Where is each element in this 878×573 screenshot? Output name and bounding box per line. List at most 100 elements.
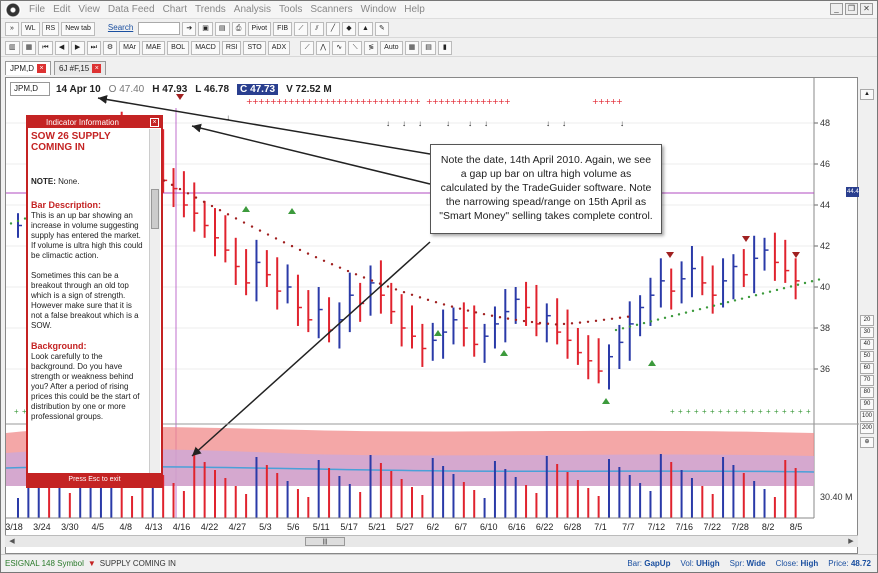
indicator-panel-scrollbar[interactable] <box>149 129 160 476</box>
fib-button[interactable]: FIB <box>273 21 292 36</box>
volume-icon[interactable]: ▮ <box>437 40 452 55</box>
trend-tool-icon[interactable]: ⟋ <box>293 21 308 36</box>
chart-type-icon[interactable]: ▥ <box>5 40 20 55</box>
menu-analysis[interactable]: Analysis <box>230 4 275 15</box>
indicator-information-panel[interactable]: Indicator Information × SOW 26 SUPPLY CO… <box>26 115 163 488</box>
trend-zig-icon[interactable]: ≶ <box>364 40 379 55</box>
ma-green-dot <box>656 318 660 321</box>
signal-tool-icon[interactable]: ▲ <box>357 21 373 36</box>
mar-button[interactable]: MAr <box>119 40 140 55</box>
chart-area[interactable]: 48 46 44 42 40 38 36 + + + + + + + + + + + + + + + + + + + + + + + + + +… <box>5 77 863 554</box>
bars-icon[interactable]: ▤ <box>421 40 436 55</box>
date-tick-label: 7/22 <box>703 522 721 532</box>
app-logo-icon[interactable] <box>5 2 21 17</box>
close-icon[interactable]: × <box>92 64 102 73</box>
minimize-icon[interactable]: _ <box>830 3 843 15</box>
line-tool-icon[interactable]: ╱ <box>325 21 340 36</box>
chart-horizontal-scrollbar[interactable]: ◀ ||| ▶ <box>5 535 858 547</box>
menu-data-feed[interactable]: Data Feed <box>104 4 159 15</box>
zoom-icon[interactable]: ⊕ <box>860 437 874 448</box>
ma-green-dot <box>635 323 639 327</box>
tab-jpm[interactable]: JPM,D × <box>5 61 51 75</box>
ma-red-dot <box>602 318 606 321</box>
marker-tool-icon[interactable]: ◆ <box>341 21 356 36</box>
scroll-up-icon[interactable]: ▲ <box>860 89 874 100</box>
go-arrow-icon[interactable]: ➔ <box>182 21 197 36</box>
status-left: ESIGNAL 148 Symbol ▼ SUPPLY COMING IN <box>1 559 176 568</box>
trend-down-icon[interactable]: ⟍ <box>348 40 363 55</box>
period-button-30[interactable]: 30 <box>860 327 874 338</box>
ma-green-dot <box>614 328 618 332</box>
macd-button[interactable]: MACD <box>191 40 220 55</box>
buy-triangle <box>242 206 250 212</box>
period-button-90[interactable]: 90 <box>860 399 874 410</box>
period-button-60[interactable]: 60 <box>860 363 874 374</box>
period-button-20[interactable]: 20 <box>860 315 874 326</box>
high-label: H <box>152 84 160 95</box>
period-button-80[interactable]: 80 <box>860 387 874 398</box>
menu-window[interactable]: Window <box>357 4 401 15</box>
menu-edit[interactable]: Edit <box>49 4 74 15</box>
date-tick-label: 4/27 <box>229 522 247 532</box>
scroll-right-icon[interactable]: ▶ <box>846 537 856 546</box>
ma-red-dot <box>522 319 526 323</box>
ma-green-dot <box>817 278 821 281</box>
menu-trends[interactable]: Trends <box>191 4 230 15</box>
auto-button[interactable]: Auto <box>380 40 403 55</box>
rs-button[interactable]: RS <box>41 21 60 36</box>
fast-forward-icon[interactable]: » <box>5 21 19 36</box>
last-bar-icon[interactable]: ⏭ <box>86 40 101 55</box>
ma-green-dot <box>621 327 625 330</box>
indicator-panel-footer[interactable]: Press Esc to exit <box>28 473 161 486</box>
period-button-50[interactable]: 50 <box>860 351 874 362</box>
pivot-button[interactable]: Pivot <box>247 21 272 36</box>
prev-bar-icon[interactable]: ◀ <box>54 40 69 55</box>
save-icon[interactable]: ▣ <box>198 21 213 36</box>
trend-up-icon[interactable]: ⟋ <box>300 40 315 55</box>
close-icon[interactable]: ✕ <box>860 3 873 15</box>
close-icon[interactable]: × <box>37 64 46 73</box>
trend-peak-icon[interactable]: ⋀ <box>316 40 331 55</box>
new-tab-button[interactable]: New tab <box>61 21 95 36</box>
first-bar-icon[interactable]: ⏮ <box>38 40 53 55</box>
pen-tool-icon[interactable]: ✎ <box>374 21 389 36</box>
symbol-field[interactable]: JPM,D <box>10 82 50 96</box>
period-button-70[interactable]: 70 <box>860 375 874 386</box>
sto-button[interactable]: STO <box>243 40 266 55</box>
menu-tools[interactable]: Tools <box>275 4 306 15</box>
next-bar-icon[interactable]: ▶ <box>70 40 85 55</box>
layout-icon[interactable]: ▦ <box>21 40 37 55</box>
scrollbar-thumb[interactable] <box>151 189 159 229</box>
buy-marker: + <box>726 407 731 416</box>
period-button-200[interactable]: 200 <box>860 423 874 434</box>
menu-file[interactable]: File <box>25 4 49 15</box>
open-icon[interactable]: ▤ <box>214 21 230 36</box>
scrollbar-thumb[interactable]: ||| <box>305 537 345 546</box>
search-input[interactable] <box>138 22 181 35</box>
period-button-40[interactable]: 40 <box>860 339 874 350</box>
adx-button[interactable]: ADX <box>267 40 291 55</box>
scroll-left-icon[interactable]: ◀ <box>7 537 17 546</box>
tab-6j[interactable]: 6J #F,15 × <box>54 61 107 75</box>
app-window: File Edit View Data Feed Chart Trends An… <box>0 0 878 573</box>
grid-icon[interactable]: ▦ <box>404 40 420 55</box>
wl-button[interactable]: WL <box>21 21 40 36</box>
period-button-100[interactable]: 100 <box>860 411 874 422</box>
bol-button[interactable]: BOL <box>167 40 190 55</box>
trend-wave-icon[interactable]: ∿ <box>332 40 347 55</box>
buy-marker: + <box>798 407 803 416</box>
menu-view[interactable]: View <box>74 4 104 15</box>
close-icon[interactable]: × <box>150 118 159 127</box>
menu-chart[interactable]: Chart <box>159 4 191 15</box>
search-link[interactable]: Search <box>105 22 136 36</box>
rsi-button[interactable]: RSI <box>221 40 242 55</box>
menu-scanners[interactable]: Scanners <box>306 4 356 15</box>
ma-green-dot <box>803 281 807 285</box>
settings-icon[interactable]: ⚙ <box>102 40 118 55</box>
mae-button[interactable]: MAE <box>142 40 166 55</box>
menu-help[interactable]: Help <box>400 4 429 15</box>
restore-icon[interactable]: ❐ <box>845 3 858 15</box>
print-icon[interactable]: ⎙ <box>231 21 246 36</box>
channel-tool-icon[interactable]: ⫽ <box>309 21 324 36</box>
ma-red-dot <box>202 200 206 204</box>
